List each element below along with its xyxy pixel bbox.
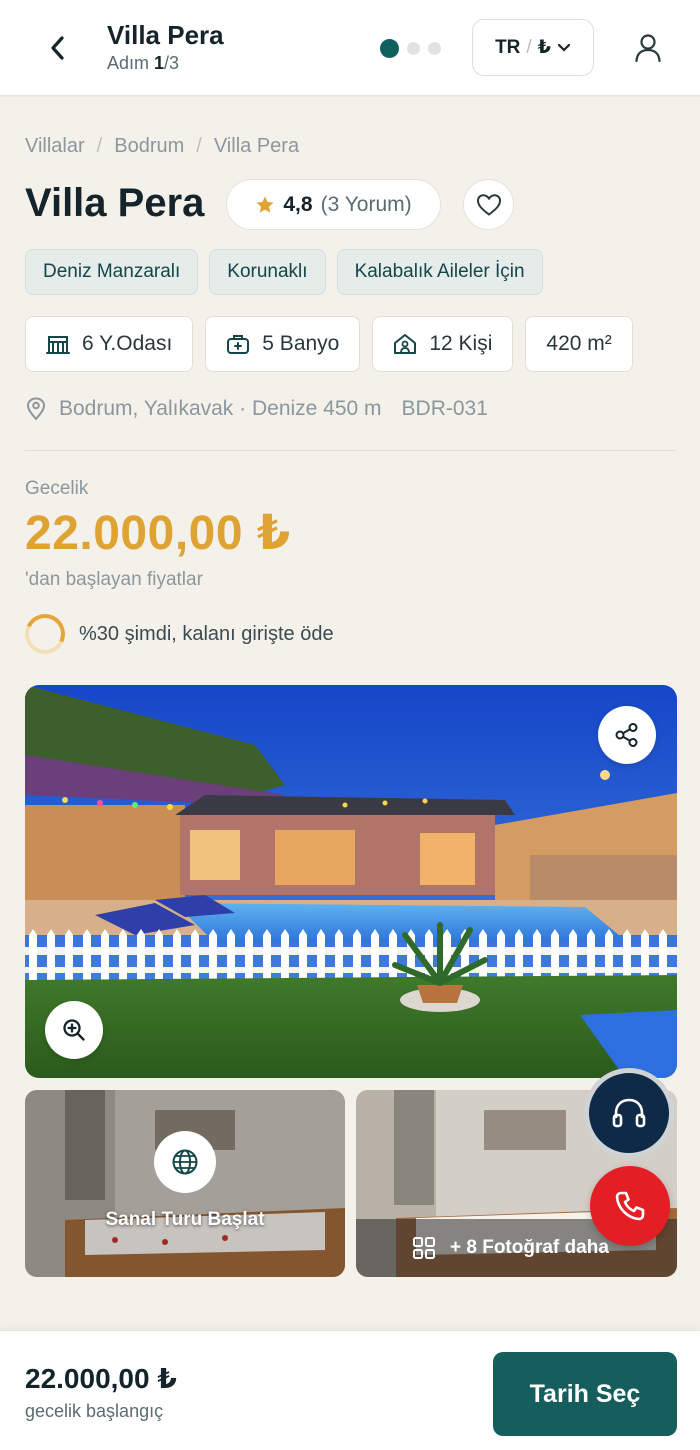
- breadcrumb-separator: /: [196, 135, 202, 157]
- price-amount: 22.000,00 ₺: [25, 507, 291, 560]
- language-label: TR: [495, 36, 521, 58]
- progress-dot-active: [380, 39, 399, 58]
- rating-badge[interactable]: 4,8 (3 Yorum): [226, 179, 441, 230]
- rating-value: 4,8: [283, 192, 313, 216]
- guests-chip: 12 Kişi: [372, 316, 514, 372]
- review-count: (3 Yorum): [320, 192, 412, 216]
- header-title: Villa Pera: [107, 20, 224, 50]
- breadcrumb-separator: /: [96, 135, 103, 157]
- breadcrumb-villalar[interactable]: Villalar: [25, 135, 85, 158]
- bathrooms-chip: 5 Banyo: [205, 316, 361, 372]
- page-title: Villa Pera: [25, 181, 205, 225]
- price-label: Gecelik: [25, 478, 89, 499]
- bottom-price-subtext: gecelik başlangıç: [25, 1401, 164, 1421]
- heart-icon: [476, 193, 501, 216]
- bedrooms-chip: 6 Y.Odası: [25, 316, 194, 372]
- location-text: Bodrum, Yalıkavak · Denize 450 m: [59, 397, 382, 420]
- bottom-booking-bar: 22.000,00 ₺ gecelik başlangıç Tarih Seç: [0, 1330, 700, 1450]
- bath-kit-icon: [227, 335, 250, 354]
- account-button[interactable]: [628, 28, 668, 68]
- top-header: Villa Pera Adım 1/3 TR / ₺: [0, 0, 700, 96]
- map-pin-icon: [26, 397, 46, 421]
- tag-sea-view: Deniz Manzaralı: [25, 249, 199, 295]
- area-chip: 420 m²: [525, 316, 633, 372]
- user-icon: [635, 34, 661, 63]
- globe-icon: [172, 1149, 198, 1175]
- more-photos-label: + 8 Fotoğraf daha: [450, 1237, 609, 1258]
- home-people-icon: [394, 334, 417, 354]
- location-row: Bodrum, Yalıkavak · Denize 450 m BDR-031: [25, 397, 488, 421]
- breadcrumb-current: Villa Pera: [213, 135, 300, 157]
- feature-tags: Deniz Manzaralı Korunaklı Kalabalık Aile…: [25, 249, 543, 295]
- bottom-price: 22.000,00 ₺: [25, 1363, 177, 1394]
- deposit-text: %30 şimdi, kalanı girişte öde: [79, 622, 334, 645]
- chevron-left-icon: [51, 36, 64, 60]
- language-currency-button[interactable]: TR / ₺: [472, 19, 594, 76]
- select-date-button[interactable]: Tarih Seç: [493, 1352, 677, 1436]
- breadcrumb-bodrum[interactable]: Bodrum: [114, 135, 184, 158]
- step-indicator: Adım 1/3: [107, 53, 179, 74]
- main-photo[interactable]: [25, 685, 677, 1078]
- share-icon: [615, 723, 638, 747]
- progress-ring-icon: [19, 608, 71, 660]
- bed-icon: [46, 336, 70, 354]
- zoom-in-icon: [63, 1019, 85, 1041]
- back-button[interactable]: [38, 28, 78, 68]
- share-button[interactable]: [598, 706, 656, 764]
- bedrooms-label: 6 Y.Odası: [82, 332, 173, 355]
- divider: [25, 450, 676, 451]
- virtual-tour-thumbnail[interactable]: Sanal Turu Başlat: [25, 1090, 345, 1277]
- tag-private: Korunaklı: [209, 249, 326, 295]
- star-icon: [256, 196, 274, 213]
- step-label: Adım: [107, 53, 150, 73]
- phone-icon: [615, 1191, 645, 1221]
- progress-dot: [407, 42, 420, 55]
- favorite-button[interactable]: [463, 179, 514, 230]
- grid-icon: [413, 1237, 435, 1259]
- price-subtext: 'dan başlayan fiyatlar: [25, 569, 203, 590]
- progress-dots: [380, 39, 441, 58]
- breadcrumb: Villalar / Bodrum / Villa Pera: [25, 135, 299, 158]
- virtual-tour-label: Sanal Turu Başlat: [105, 1209, 265, 1230]
- support-button[interactable]: [584, 1068, 674, 1158]
- deposit-info: %30 şimdi, kalanı girişte öde: [19, 608, 334, 660]
- headphones-icon: [612, 1098, 646, 1128]
- chevron-down-icon: [557, 43, 571, 52]
- villa-pool-photo: [25, 685, 677, 1078]
- call-button[interactable]: [590, 1166, 670, 1246]
- property-features: 6 Y.Odası 5 Banyo 12 Kişi 420 m²: [25, 316, 633, 372]
- bathrooms-label: 5 Banyo: [262, 332, 340, 355]
- guests-label: 12 Kişi: [429, 332, 493, 355]
- area-label: 420 m²: [546, 332, 612, 355]
- tag-large-families: Kalabalık Aileler İçin: [336, 249, 543, 295]
- step-total: /3: [164, 53, 180, 73]
- zoom-button[interactable]: [45, 1001, 103, 1059]
- currency-label: ₺: [537, 37, 551, 58]
- language-separator: /: [526, 36, 532, 58]
- progress-dot: [428, 42, 441, 55]
- virtual-tour-button[interactable]: [154, 1131, 216, 1193]
- step-current: 1: [154, 53, 165, 73]
- property-code: BDR-031: [401, 397, 488, 420]
